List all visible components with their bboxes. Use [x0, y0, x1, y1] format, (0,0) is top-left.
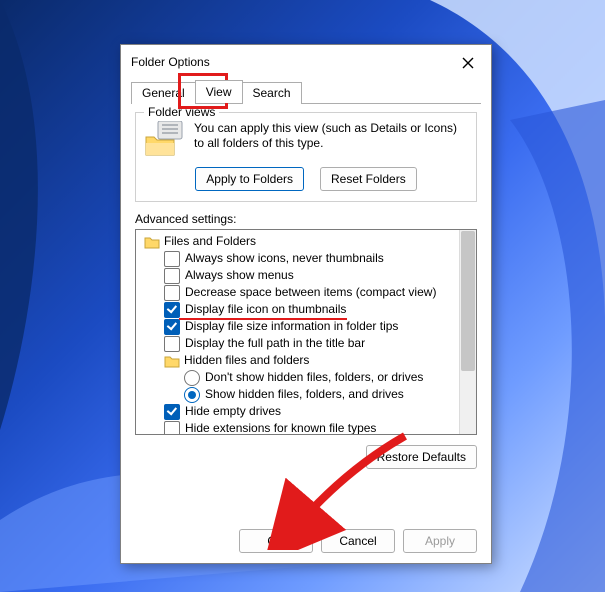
ok-button[interactable]: OK — [239, 529, 313, 553]
opt-compact-view[interactable]: Decrease space between items (compact vi… — [140, 284, 460, 301]
opt-hidden-show[interactable]: Show hidden files, folders, and drives — [140, 386, 460, 403]
opt-always-menus[interactable]: Always show menus — [140, 267, 460, 284]
folder-views-group: Folder views You can apply this view (su… — [135, 112, 477, 202]
opt-file-size-tips[interactable]: Display file size information in folder … — [140, 318, 460, 335]
advanced-settings-tree: Files and Folders Always show icons, nev… — [135, 229, 477, 435]
tree-root-label: Files and Folders — [164, 233, 256, 250]
tab-strip: General View Search — [131, 79, 481, 103]
tab-general[interactable]: General — [131, 82, 196, 104]
titlebar: Folder Options — [121, 45, 491, 79]
radio-icon — [184, 370, 200, 386]
radio-icon — [184, 387, 200, 403]
opt-always-icons[interactable]: Always show icons, never thumbnails — [140, 250, 460, 267]
checkbox-icon — [164, 404, 180, 420]
checkbox-icon — [164, 268, 180, 284]
reset-folders-button[interactable]: Reset Folders — [320, 167, 417, 191]
apply-button[interactable]: Apply — [403, 529, 477, 553]
opt-hide-extensions[interactable]: Hide extensions for known file types — [140, 420, 460, 435]
folder-views-description: You can apply this view (such as Details… — [194, 121, 468, 157]
dialog-buttons: OK Cancel Apply — [239, 529, 477, 553]
restore-defaults-button[interactable]: Restore Defaults — [366, 445, 477, 469]
opt-hidden-dont-show[interactable]: Don't show hidden files, folders, or dri… — [140, 369, 460, 386]
advanced-settings-label: Advanced settings: — [135, 212, 477, 226]
close-icon — [462, 57, 474, 69]
close-button[interactable] — [451, 51, 485, 75]
checkbox-icon — [164, 319, 180, 335]
folder-icon — [144, 235, 160, 249]
opt-hide-empty-drives[interactable]: Hide empty drives — [140, 403, 460, 420]
apply-to-folders-button[interactable]: Apply to Folders — [195, 167, 304, 191]
scrollbar-thumb[interactable] — [461, 231, 475, 371]
tree-hidden-group[interactable]: Hidden files and folders — [140, 352, 460, 369]
folder-views-icon — [144, 121, 184, 157]
folder-options-dialog: Folder Options General View Search Folde… — [120, 44, 492, 564]
cancel-button[interactable]: Cancel — [321, 529, 395, 553]
tab-view[interactable]: View — [195, 80, 243, 103]
tree-scrollbar[interactable] — [459, 230, 476, 434]
opt-full-path-title[interactable]: Display the full path in the title bar — [140, 335, 460, 352]
checkbox-icon — [164, 251, 180, 267]
checkbox-icon — [164, 336, 180, 352]
folder-views-legend: Folder views — [144, 105, 219, 119]
annotation-underline — [179, 318, 347, 320]
tab-search[interactable]: Search — [242, 82, 302, 104]
opt-file-icon-thumbnails[interactable]: Display file icon on thumbnails — [140, 301, 460, 318]
checkbox-icon — [164, 285, 180, 301]
tab-content: Folder views You can apply this view (su… — [121, 104, 491, 469]
dialog-title: Folder Options — [131, 55, 210, 69]
checkbox-icon — [164, 421, 180, 436]
folder-icon — [164, 354, 180, 368]
checkbox-icon — [164, 302, 180, 318]
tree-root-files-folders[interactable]: Files and Folders — [140, 233, 460, 250]
